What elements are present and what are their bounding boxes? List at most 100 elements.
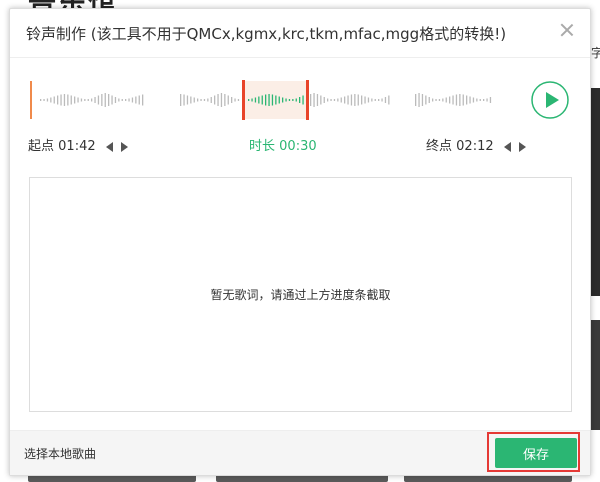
waveform-bar <box>101 94 103 106</box>
waveform-bar <box>459 94 461 106</box>
duration-time: 00:30 <box>279 139 317 154</box>
waveform-bar <box>381 98 383 102</box>
waveform-bar <box>295 98 297 102</box>
duration-label: 时长 <box>249 139 276 154</box>
waveform-bar <box>111 95 113 105</box>
waveform-bar <box>231 97 233 103</box>
waveform-bar <box>278 96 280 104</box>
waveform-bar <box>469 96 471 104</box>
start-decrease-arrow-icon[interactable] <box>105 141 113 152</box>
start-time: 01:42 <box>58 139 96 154</box>
waveform-bar <box>227 95 229 105</box>
waveform-bar <box>53 96 55 104</box>
waveform-bar <box>197 98 199 102</box>
waveform-bar <box>350 94 353 106</box>
waveform-bar <box>77 97 79 103</box>
waveform-bar <box>302 95 304 105</box>
start-label: 起点 <box>28 139 55 154</box>
waveform-bar <box>452 95 454 105</box>
waveform-bar <box>435 99 437 101</box>
waveform-bar <box>63 94 66 106</box>
waveform-bar <box>57 95 59 105</box>
waveform-bar <box>374 99 376 101</box>
waveform-bar <box>200 99 202 101</box>
end-increase-arrow-icon[interactable] <box>518 141 526 152</box>
waveform-bar <box>418 93 420 107</box>
waveform-bar <box>114 97 117 103</box>
waveform-bar <box>180 94 182 106</box>
end-time: 02:12 <box>456 139 494 154</box>
waveform-bar <box>60 94 62 106</box>
background-text: 字 <box>591 46 600 60</box>
waveform-bar <box>466 95 468 105</box>
waveform-bar <box>357 94 359 106</box>
waveform-bar <box>193 97 195 103</box>
waveform-bar <box>91 98 93 102</box>
waveform-bar <box>384 97 387 103</box>
waveform-bar <box>310 94 312 106</box>
play-icon[interactable] <box>531 81 569 119</box>
waveform-bar <box>292 99 294 101</box>
waveform-bar <box>340 97 342 103</box>
waveform-bar <box>472 97 475 103</box>
waveform-bar <box>313 93 315 107</box>
waveform-bar <box>261 95 263 105</box>
waveform-bar <box>121 99 123 101</box>
waveform-bar <box>80 98 83 102</box>
waveform-bar <box>50 97 52 103</box>
waveform-bar <box>67 94 69 106</box>
save-button[interactable]: 保存 <box>495 438 577 468</box>
dialog-footer: 选择本地歌曲 保存 <box>10 430 590 475</box>
waveform-bar <box>320 95 322 105</box>
waveform-bar <box>46 98 49 102</box>
waveform-bar <box>337 98 339 102</box>
select-local-song-link[interactable]: 选择本地歌曲 <box>24 445 96 462</box>
waveform-bar <box>118 98 120 102</box>
waveform-bar <box>94 97 96 103</box>
waveform-track[interactable] <box>10 9 590 139</box>
waveform-bar <box>268 94 270 106</box>
waveform-bar <box>378 99 380 101</box>
waveform-bar <box>415 94 417 106</box>
waveform-bar <box>333 99 336 101</box>
waveform-bar <box>299 97 301 103</box>
waveform-bar <box>428 97 430 103</box>
waveform-bar <box>207 98 209 102</box>
waveform-bars <box>40 93 492 107</box>
waveform-bar <box>271 94 274 106</box>
waveform-bar <box>282 97 284 103</box>
waveform-bar <box>347 95 349 105</box>
waveform-bar <box>367 97 370 103</box>
end-decrease-arrow-icon[interactable] <box>503 141 511 152</box>
waveform-bar <box>258 96 260 104</box>
waveform-bar <box>288 99 291 101</box>
waveform-bar <box>203 99 206 101</box>
waveform-bar <box>442 98 444 102</box>
start-handle <box>30 81 32 119</box>
waveform-bar <box>486 98 488 102</box>
waveform-bar <box>234 98 236 102</box>
waveform-bar <box>432 98 434 102</box>
waveform-bar <box>97 95 100 105</box>
waveform-bar <box>251 98 253 102</box>
waveform-bar <box>190 96 192 104</box>
waveform-bar <box>361 95 363 105</box>
waveform-bar <box>285 98 287 102</box>
waveform-bar <box>354 94 356 106</box>
waveform-bar <box>74 96 76 104</box>
waveform-bar <box>248 99 250 101</box>
waveform-bar <box>316 94 319 106</box>
end-time-control: 终点 02:12 <box>426 135 528 154</box>
waveform-bar <box>489 97 492 103</box>
waveform-bar <box>138 95 140 105</box>
waveform-bar <box>87 99 89 101</box>
waveform-bar <box>128 98 130 102</box>
waveform-bar <box>125 99 127 101</box>
waveform-bar <box>224 94 226 106</box>
waveform-bar <box>425 95 427 105</box>
waveform-bar <box>131 97 134 103</box>
waveform-bar <box>254 97 257 103</box>
waveform-bar <box>483 99 485 101</box>
start-increase-arrow-icon[interactable] <box>120 141 128 152</box>
waveform-bar <box>455 94 458 106</box>
